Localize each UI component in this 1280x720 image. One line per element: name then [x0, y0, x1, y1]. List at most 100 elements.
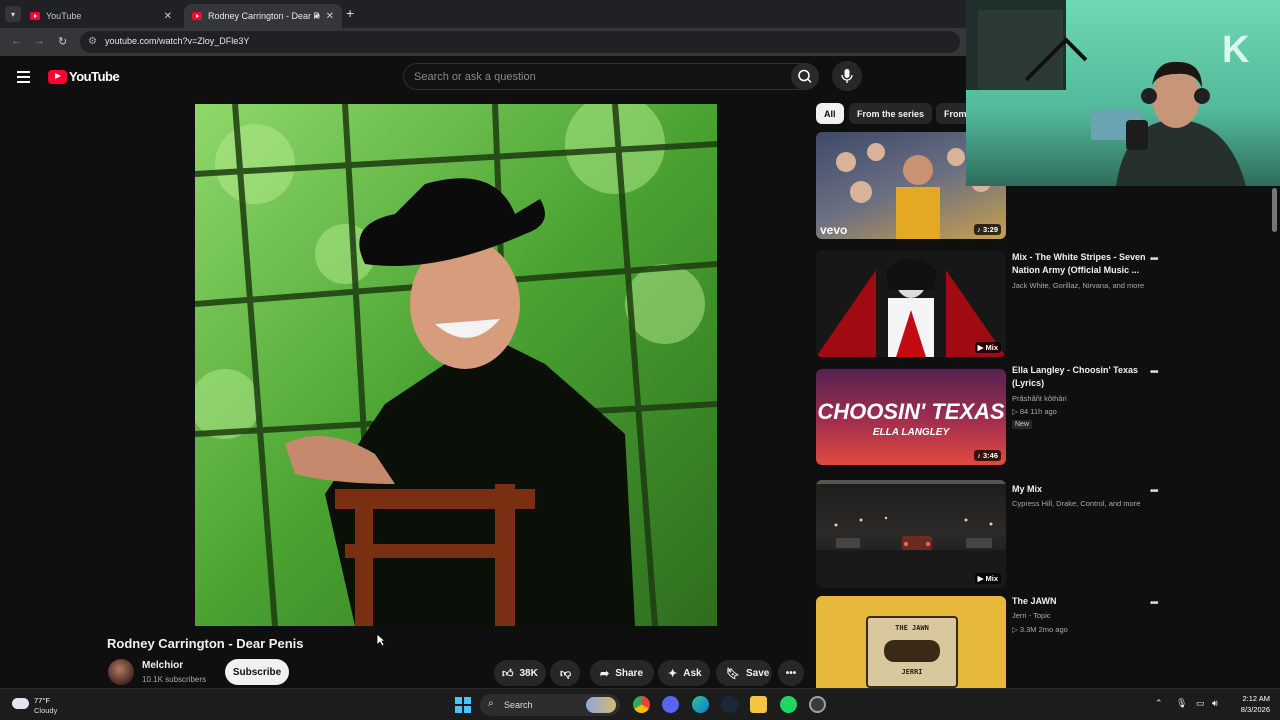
recommendation-title[interactable]: My Mix	[1012, 483, 1152, 496]
youtube-logo[interactable]: YouTube	[48, 69, 120, 84]
chip-from-the-series[interactable]: From the series	[849, 103, 933, 124]
tab-title: YouTube	[46, 11, 82, 21]
more-actions-button[interactable]: •••	[778, 660, 804, 686]
share-button[interactable]: ➦ Share	[590, 660, 654, 686]
recommendation-title[interactable]: Mix - The White Stripes - Seven Nation A…	[1012, 251, 1152, 277]
save-label: Save	[745, 667, 770, 679]
more-options-icon[interactable]: •••	[1150, 598, 1158, 609]
clock-time[interactable]: 2:12 AM	[1228, 694, 1270, 703]
hamburger-menu-icon[interactable]	[17, 71, 30, 83]
back-icon[interactable]: ←	[11, 35, 22, 47]
channel-name[interactable]: Melchior	[142, 660, 183, 671]
recommendation-title[interactable]: Ella Langley - Choosin' Texas (Lyrics)	[1012, 364, 1152, 390]
volume-icon[interactable]: 🔊︎	[1212, 698, 1218, 709]
video-player[interactable]	[195, 104, 717, 626]
more-options-icon[interactable]: •••	[1150, 254, 1158, 265]
duration-badge: ♪ 3:46	[974, 450, 1001, 461]
save-button[interactable]: 🔖︎ Save	[716, 660, 772, 686]
thumbs-up-icon: 👍︎	[502, 667, 514, 680]
duration-text: 3:29	[982, 225, 998, 234]
weather-condition[interactable]: Cloudy	[34, 706, 57, 715]
cassette-label-artist: JERRI	[901, 668, 923, 676]
search-icon: ⌕	[488, 698, 494, 709]
close-tab-icon[interactable]: ✕	[326, 11, 334, 22]
spotify-icon[interactable]	[780, 696, 797, 713]
logo-text: YouTube	[69, 69, 120, 84]
more-options-icon[interactable]: •••	[1150, 367, 1158, 378]
youtube-favicon-icon	[30, 12, 40, 20]
chevron-up-icon[interactable]: ⌃	[1155, 698, 1163, 709]
sparkle-icon: ✦	[668, 667, 678, 680]
like-button[interactable]: 👍︎ 38K	[494, 660, 546, 686]
mouse-cursor-icon	[376, 633, 386, 647]
recommendation-thumbnail[interactable]: ▶ Mix	[816, 480, 1006, 588]
search-placeholder: Search or ask a question	[414, 71, 536, 83]
clock-date[interactable]: 8/3/2026	[1228, 705, 1270, 714]
thumbnail-artist-text: ELLA LANGLEY	[872, 427, 950, 438]
tab-youtube[interactable]: YouTube ✕	[22, 4, 180, 28]
recommendation-title[interactable]: The JAWN	[1012, 595, 1152, 608]
search-icon	[798, 69, 812, 83]
chip-all[interactable]: All	[816, 103, 844, 124]
vevo-logo: vevo	[820, 223, 847, 237]
speaker-icon[interactable]: 🔊︎	[314, 11, 320, 22]
recommendation-channel: Jerri - Topic	[1012, 611, 1051, 620]
discord-icon[interactable]	[662, 696, 679, 713]
more-options-icon[interactable]: •••	[1150, 486, 1158, 497]
url-text: youtube.com/watch?v=Zloy_DFle3Y	[105, 36, 250, 46]
taskbar-search-box[interactable]: ⌕ Search	[480, 694, 620, 716]
new-badge: New	[1012, 420, 1033, 429]
search-button[interactable]	[791, 63, 819, 90]
recommendation-stats: ▷ 84 11h ago	[1012, 407, 1057, 416]
mix-text: Mix	[985, 574, 998, 583]
display-tray-icon[interactable]: ▭	[1196, 698, 1205, 709]
ask-label: Ask	[683, 667, 702, 679]
tab-title: Rodney Carrington - Dear P	[208, 11, 320, 21]
subscriber-count: 10.1K subscribers	[142, 675, 207, 684]
share-arrow-icon: ➦	[600, 667, 610, 680]
forward-icon[interactable]: →	[34, 35, 45, 47]
channel-avatar[interactable]	[108, 659, 134, 685]
microphone-icon	[841, 69, 853, 83]
chrome-icon[interactable]	[633, 696, 650, 713]
recommendation-stats: ▷ 3.3M 2mo ago	[1012, 625, 1068, 634]
mix-badge: ▶ Mix	[974, 573, 1001, 584]
recommendation-thumbnail[interactable]: CHOOSIN' TEXAS ELLA LANGLEY ♪ 3:46	[816, 369, 1006, 465]
search-input[interactable]: Search or ask a question	[403, 63, 819, 90]
night-street-image	[816, 480, 1006, 588]
microphone-tray-icon[interactable]: 🎙︎	[1176, 698, 1187, 709]
streamer-webcam-image: K	[966, 0, 1250, 186]
thumbnail-title-text: CHOOSIN' TEXAS	[817, 399, 1005, 424]
subscribe-button[interactable]: Subscribe	[225, 659, 289, 685]
file-explorer-icon[interactable]	[750, 696, 767, 713]
tab-current-video[interactable]: Rodney Carrington - Dear P 🔊︎ ✕	[184, 4, 342, 28]
weather-temperature[interactable]: 77°F	[34, 696, 50, 705]
recommendation-thumbnail[interactable]: ▶ Mix	[816, 250, 1006, 357]
url-field[interactable]: ⚙ youtube.com/watch?v=Zloy_DFle3Y	[80, 31, 960, 53]
reload-icon[interactable]: ↻	[58, 35, 67, 48]
scrollbar-thumb[interactable]	[1272, 188, 1277, 232]
mix-badge: ▶ Mix	[974, 342, 1001, 353]
steam-icon[interactable]	[721, 696, 738, 713]
app-icon[interactable]	[809, 696, 826, 713]
share-label: Share	[615, 667, 644, 679]
search-highlight-icon	[586, 697, 616, 713]
recommendation-channel: Prâshâñt kõthâri	[1012, 394, 1067, 403]
youtube-play-icon	[48, 69, 67, 84]
page-scrollbar[interactable]	[1270, 186, 1280, 688]
edge-icon[interactable]	[692, 696, 709, 713]
site-info-icon[interactable]: ⚙	[88, 36, 97, 47]
svg-text:K: K	[1222, 29, 1250, 71]
voice-search-button[interactable]	[832, 61, 862, 91]
recommendation-channel: Cypress Hill, Drake, Control, and more	[1012, 499, 1141, 508]
new-tab-button[interactable]: +	[346, 5, 354, 21]
dislike-button[interactable]: 👎︎	[550, 660, 580, 686]
close-tab-icon[interactable]: ✕	[164, 11, 172, 22]
ask-button[interactable]: ✦ Ask	[658, 660, 710, 686]
cloud-weather-icon[interactable]	[12, 698, 29, 709]
windows-taskbar: 77°F Cloudy ⌕ Search ⌃ 🎙︎ ▭ 🔊︎ 2:12 AM 8…	[0, 688, 1280, 720]
windows-start-icon[interactable]	[455, 697, 471, 713]
recommendation-thumbnail[interactable]: THE JAWN JERRI	[816, 596, 1006, 688]
video-title: Rodney Carrington - Dear Penis	[107, 636, 304, 651]
tab-search-button[interactable]: ▾	[5, 6, 21, 22]
